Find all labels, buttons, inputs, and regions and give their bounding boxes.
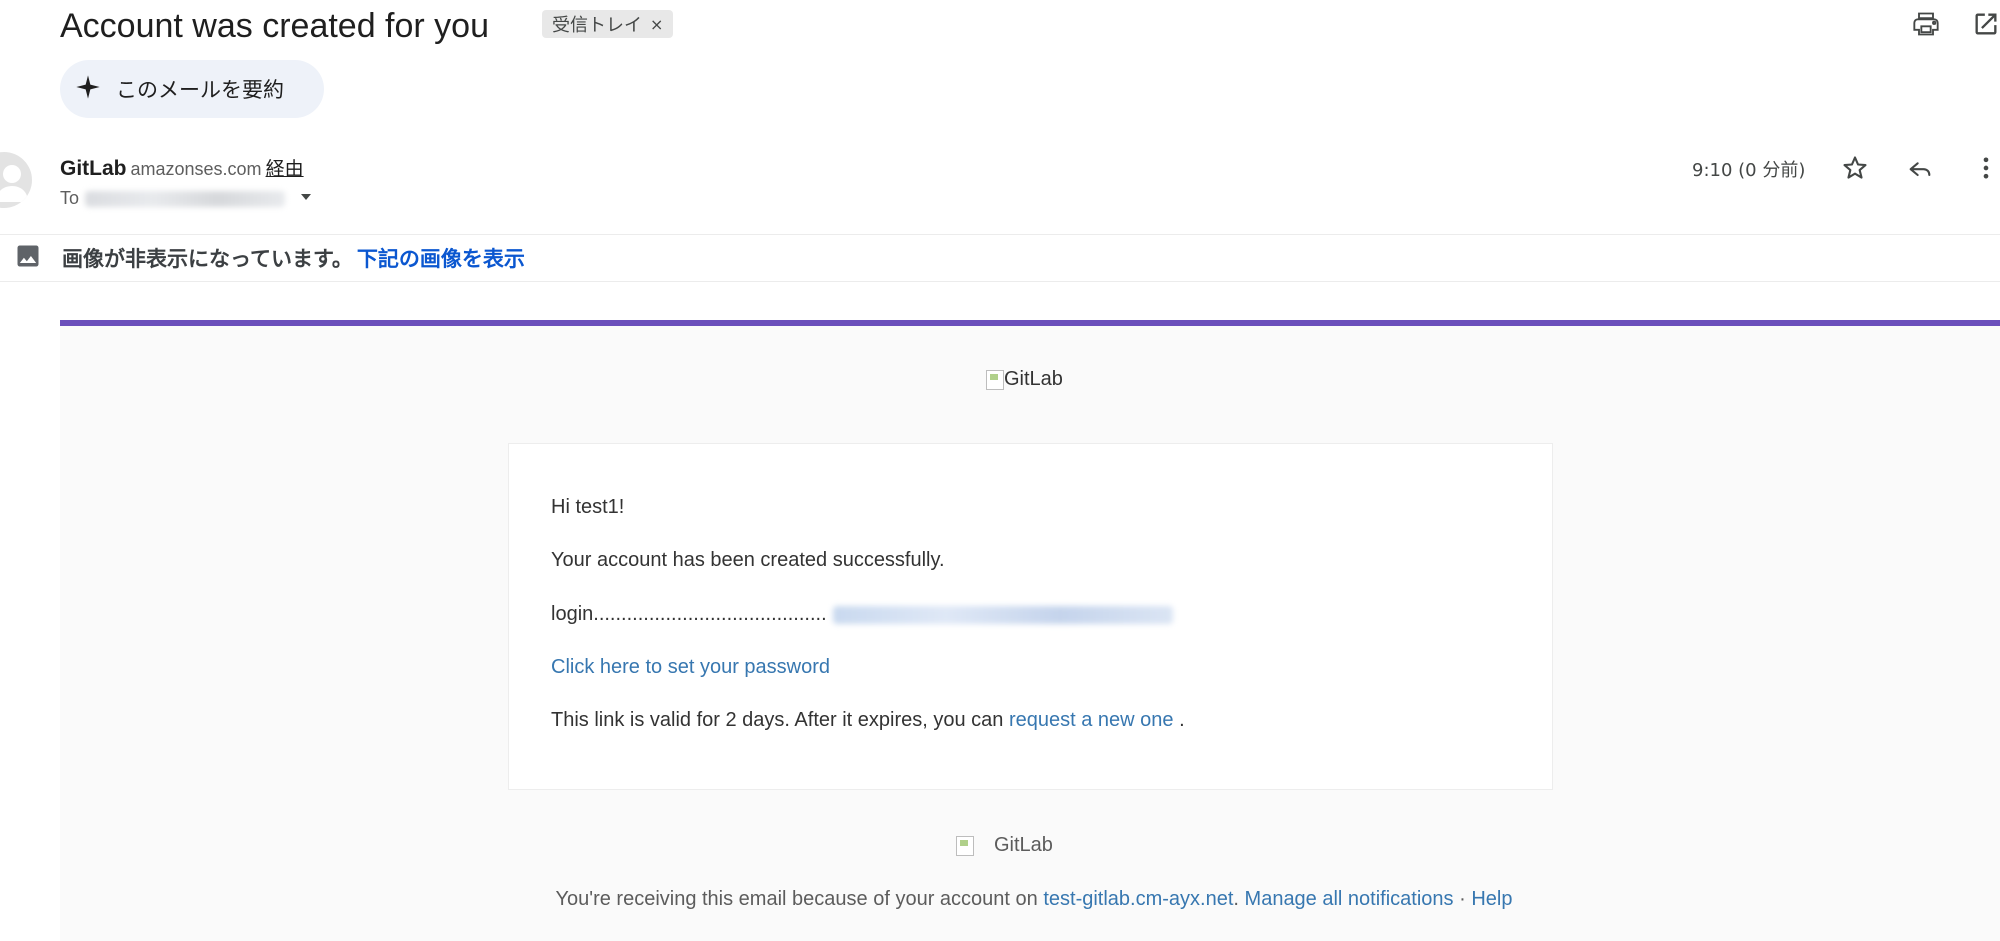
inbox-label-chip[interactable]: 受信トレイ × bbox=[542, 10, 674, 38]
sender-name[interactable]: GitLab bbox=[60, 157, 127, 180]
email-footer-text: You're receiving this email because of y… bbox=[0, 888, 2000, 911]
login-line: login...................................… bbox=[551, 603, 1173, 626]
broken-image-icon bbox=[986, 369, 1004, 390]
sender-avatar[interactable] bbox=[0, 152, 32, 208]
more-vert-icon[interactable] bbox=[1968, 150, 2000, 186]
divider bbox=[0, 281, 2000, 282]
caret-down-icon[interactable] bbox=[299, 188, 313, 209]
footer-prefix: You're receiving this email because of y… bbox=[555, 888, 1038, 910]
image-icon bbox=[14, 242, 42, 275]
images-hidden-notice: 画像が非表示になっています。 下記の画像を表示 bbox=[14, 240, 525, 276]
footer-separator: · bbox=[1459, 888, 1466, 910]
account-created-text: Your account has been created successful… bbox=[551, 549, 945, 571]
manage-notifications-link[interactable]: Manage all notifications bbox=[1245, 888, 1454, 910]
broken-image-icon bbox=[956, 835, 974, 856]
divider bbox=[0, 234, 2000, 235]
email-content-card: Hi test1! Your account has been created … bbox=[508, 443, 1553, 790]
star-icon[interactable] bbox=[1837, 150, 1873, 186]
sparkle-icon bbox=[74, 73, 102, 106]
login-value-blurred[interactable] bbox=[832, 605, 1173, 624]
footer-gitlab-logo: GitLab bbox=[956, 834, 1053, 857]
inbox-label-text: 受信トレイ bbox=[552, 15, 642, 36]
summarize-email-button[interactable]: このメールを要約 bbox=[60, 60, 324, 118]
recipient-line: To bbox=[60, 188, 313, 209]
recipient-blurred bbox=[85, 190, 286, 207]
greeting-text: Hi test1! bbox=[551, 496, 625, 518]
request-new-link[interactable]: request a new one bbox=[1009, 709, 1174, 731]
footer-period: . bbox=[1233, 888, 1239, 910]
to-prefix: To bbox=[60, 188, 80, 208]
link-validity-text: This link is valid for 2 days. After it … bbox=[551, 709, 1185, 732]
email-subject: Account was created for you bbox=[60, 7, 490, 45]
set-password-link[interactable]: Click here to set your password bbox=[551, 656, 830, 679]
reply-icon[interactable] bbox=[1902, 150, 1938, 186]
instance-domain-link[interactable]: test-gitlab.cm-ayx.net bbox=[1043, 888, 1233, 910]
sender-line: GitLab amazonses.com 経由 bbox=[60, 154, 304, 181]
login-label: login...................................… bbox=[551, 603, 827, 625]
gitlab-logo-image: GitLab bbox=[986, 368, 1063, 391]
help-link[interactable]: Help bbox=[1471, 888, 1512, 910]
sender-domain: amazonses.com bbox=[130, 159, 262, 179]
summarize-label: このメールを要約 bbox=[116, 78, 284, 102]
email-timestamp: 9:10 (0 分前) bbox=[1692, 160, 1806, 181]
open-in-new-icon[interactable] bbox=[1968, 6, 2000, 42]
logo-alt-text: GitLab bbox=[1004, 368, 1063, 390]
footer-logo-alt-text: GitLab bbox=[994, 834, 1053, 856]
images-hidden-message: 画像が非表示になっています。 bbox=[62, 247, 353, 271]
remove-label-button[interactable]: × bbox=[650, 15, 663, 34]
validity-prefix: This link is valid for 2 days. After it … bbox=[551, 709, 1004, 731]
print-icon[interactable] bbox=[1908, 6, 1944, 42]
via-link[interactable]: 経由 bbox=[266, 158, 304, 180]
validity-suffix: . bbox=[1179, 709, 1185, 731]
show-images-link[interactable]: 下記の画像を表示 bbox=[357, 247, 525, 271]
